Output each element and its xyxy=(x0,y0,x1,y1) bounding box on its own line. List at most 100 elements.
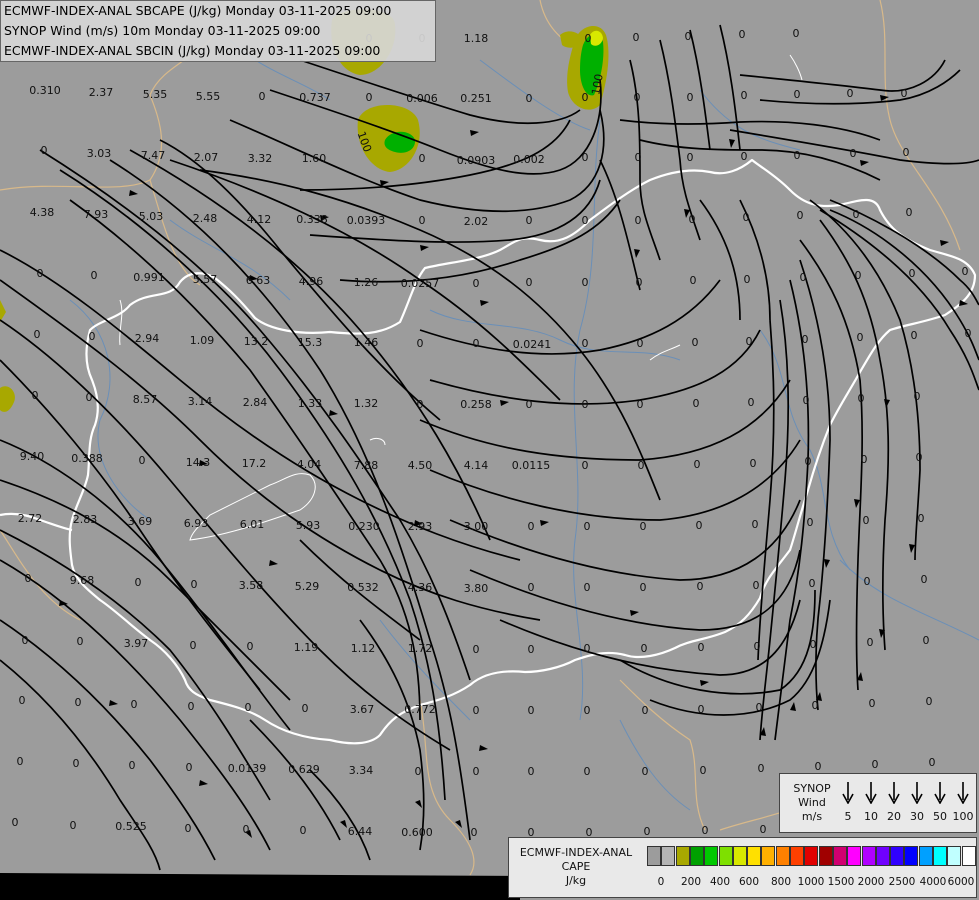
grid-value-label: 3.97 xyxy=(124,637,149,650)
grid-value-label: 0 xyxy=(929,756,936,769)
grid-value-label: 0 xyxy=(858,392,865,405)
grid-value-label: 0 xyxy=(526,276,533,289)
cape-color-swatch xyxy=(761,846,776,866)
grid-value-label: 0 xyxy=(37,267,44,280)
wind-legend-value: 10 xyxy=(864,810,878,823)
grid-value-label: 0.991 xyxy=(133,271,165,284)
grid-value-label: 0 xyxy=(91,269,98,282)
grid-value-label: 0 xyxy=(638,459,645,472)
grid-value-label: 3.67 xyxy=(350,703,375,716)
grid-value-label: 0 xyxy=(692,336,699,349)
grid-value-label: 0 xyxy=(636,276,643,289)
grid-value-label: 0 xyxy=(805,455,812,468)
grid-value-label: 17.2 xyxy=(242,457,267,470)
grid-value-label: 2.37 xyxy=(89,86,114,99)
grid-value-label: 0 xyxy=(903,146,910,159)
grid-value-label: 0 xyxy=(135,576,142,589)
cape-tick-label: 200 xyxy=(680,876,702,888)
cape-tick-label: 0 xyxy=(657,876,665,888)
grid-value-label: 0 xyxy=(797,209,804,222)
grid-value-label: 0 xyxy=(582,459,589,472)
grid-value-label: 0 xyxy=(584,704,591,717)
grid-value-label: 0 xyxy=(812,699,819,712)
grid-value-label: 3.34 xyxy=(349,764,374,777)
grid-value-label: 0 xyxy=(473,643,480,656)
grid-value-label: 9.40 xyxy=(20,450,45,463)
grid-value-label: 0 xyxy=(911,329,918,342)
grid-value-label: 0 xyxy=(584,581,591,594)
grid-value-label: 0 xyxy=(850,147,857,160)
weather-map: 0.310 2.37 5.35 5.55 0 0.737 0 0.006 0.251 0 1.18 0… xyxy=(0,0,979,900)
cape-legend: ECMWF-INDEX-ANAL CAPE J/kg 0 200 400 600 800… xyxy=(508,837,977,898)
grid-value-label: 1.19 xyxy=(294,641,319,654)
grid-value-label: 0 xyxy=(300,824,307,837)
grid-value-label: 0.0241 xyxy=(513,338,552,351)
grid-value-label: 0 xyxy=(185,822,192,835)
grid-value-label: 0 xyxy=(528,765,535,778)
wind-legend-item: 50 xyxy=(929,782,951,823)
grid-value-label: 0 xyxy=(847,87,854,100)
grid-value-label: 2.48 xyxy=(193,212,218,225)
grid-value-label: 0.002 xyxy=(513,153,545,166)
grid-value-label: 0 xyxy=(965,327,972,340)
grid-value-label: 0 xyxy=(694,458,701,471)
grid-value-label: 0 xyxy=(585,32,592,45)
cape-color-swatch xyxy=(890,846,905,866)
grid-value-label: 1.09 xyxy=(190,334,215,347)
grid-value-label: 0 xyxy=(582,214,589,227)
grid-value-label: 0 xyxy=(366,91,373,104)
grid-value-label: 0 xyxy=(962,265,969,278)
grid-value-label: 0 xyxy=(739,28,746,41)
wind-legend-item: 5 xyxy=(837,782,859,823)
grid-value-label: 0 xyxy=(188,700,195,713)
grid-value-label: 0.230 xyxy=(348,520,380,533)
grid-value-label: 0 xyxy=(810,638,817,651)
cape-color-swatch xyxy=(790,846,804,866)
grid-value-label: 0 xyxy=(864,575,871,588)
grid-value-label: 3.58 xyxy=(239,579,264,592)
grid-value-label: 0 xyxy=(528,520,535,533)
grid-value-label: 4.36 xyxy=(408,581,433,594)
cape-color-swatch xyxy=(947,846,962,866)
grid-value-label: 13.2 xyxy=(244,335,269,348)
grid-value-label: 1.60 xyxy=(302,152,327,165)
grid-value-label: 0 xyxy=(417,398,424,411)
wind-legend-value: 5 xyxy=(844,810,852,823)
grid-value-label: 0 xyxy=(642,765,649,778)
cape-legend-title-line: CAPE xyxy=(561,860,591,873)
grid-value-label: 0 xyxy=(800,271,807,284)
grid-value-label: 0 xyxy=(909,267,916,280)
grid-value-label: 1.33 xyxy=(298,397,323,410)
grid-value-label: 2.83 xyxy=(73,513,98,526)
grid-value-label: 0 xyxy=(34,328,41,341)
cape-color-swatch xyxy=(661,846,676,866)
grid-value-label: 0 xyxy=(914,390,921,403)
grid-value-label: 0 xyxy=(802,333,809,346)
cape-tick-label: 2500 xyxy=(888,876,916,888)
wind-legend-item: 20 xyxy=(883,782,905,823)
grid-value-label: 0 xyxy=(687,91,694,104)
grid-value-label: 0 xyxy=(690,274,697,287)
grid-value-label: 6.01 xyxy=(240,518,265,531)
grid-value-label: 0.0393 xyxy=(347,214,386,227)
grid-value-label: 0 xyxy=(302,702,309,715)
map-background xyxy=(0,0,979,900)
cape-color-swatch xyxy=(704,846,719,866)
grid-value-label: 7.47 xyxy=(141,149,166,162)
grid-value-label: 0 xyxy=(473,704,480,717)
grid-value-label: 0 xyxy=(637,337,644,350)
grid-value-label: 0 xyxy=(741,89,748,102)
grid-value-label: 5.29 xyxy=(295,580,320,593)
grid-value-label: 0 xyxy=(526,398,533,411)
grid-value-label: 0 xyxy=(526,92,533,105)
grid-value-label: 0 xyxy=(685,30,692,43)
grid-value-label: 0 xyxy=(809,577,816,590)
grid-value-label: 0.0139 xyxy=(228,762,267,775)
grid-value-label: 0 xyxy=(70,819,77,832)
grid-value-label: 0 xyxy=(760,823,767,836)
grid-value-label: 2.02 xyxy=(464,215,489,228)
grid-value-label: 1.72 xyxy=(408,642,433,655)
grid-value-label: 0 xyxy=(22,634,29,647)
grid-value-label: 0.310 xyxy=(29,84,61,97)
grid-value-label: 0 xyxy=(41,144,48,157)
